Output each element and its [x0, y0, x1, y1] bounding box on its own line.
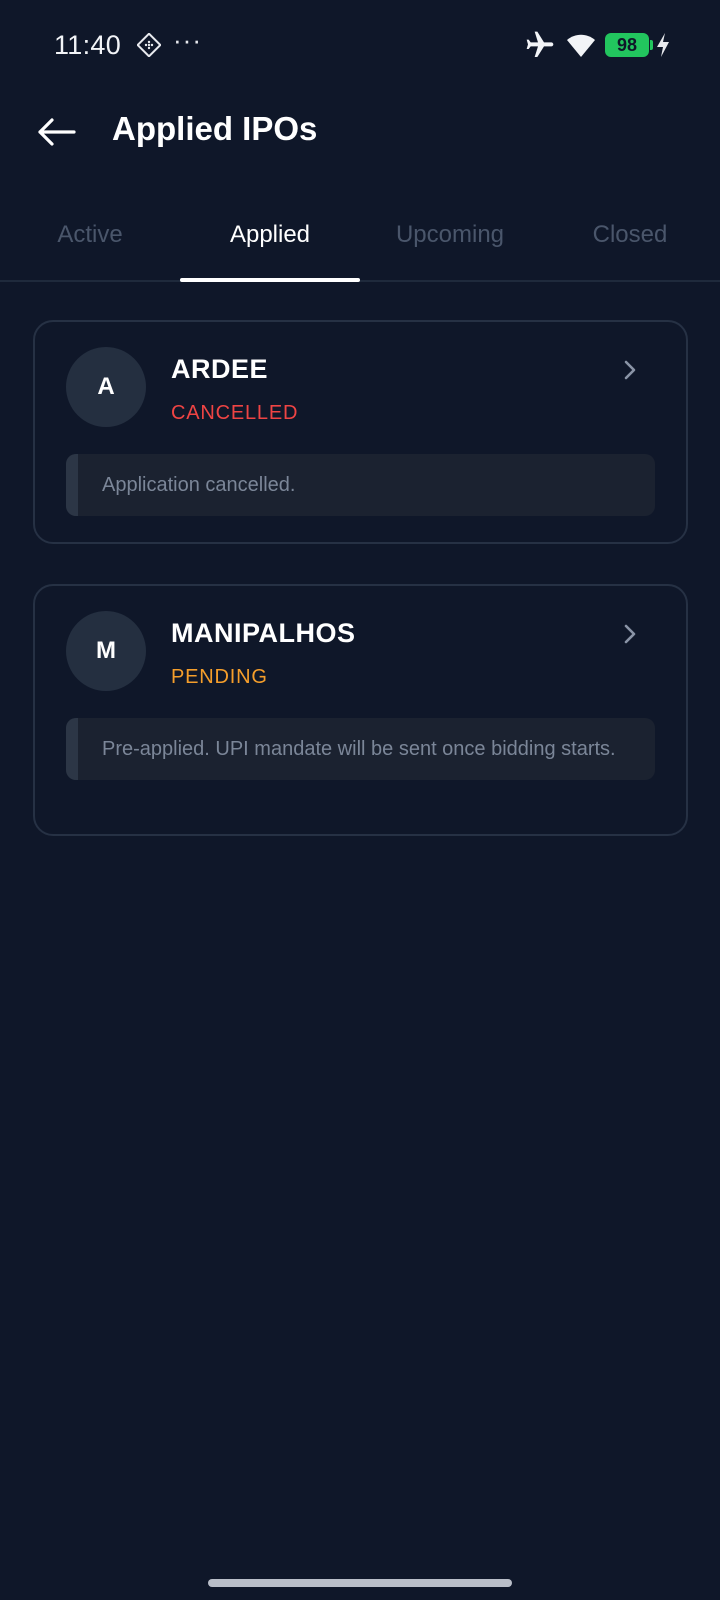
ipo-name: ARDEE: [171, 354, 269, 384]
tab-upcoming[interactable]: Upcoming: [360, 190, 540, 280]
status-badge: CANCELLED: [171, 402, 299, 424]
home-indicator[interactable]: [208, 1579, 512, 1587]
battery-indicator: 98: [605, 33, 653, 57]
status-note: Pre-applied. UPI mandate will be sent on…: [66, 718, 655, 780]
back-button[interactable]: [30, 106, 82, 158]
airplane-mode-icon: [524, 29, 556, 61]
arrow-left-icon: [38, 118, 76, 146]
wifi-icon: [565, 31, 597, 59]
more-notifications-icon: ···: [173, 25, 202, 55]
tab-applied[interactable]: Applied: [180, 190, 360, 280]
tab-closed[interactable]: Closed: [540, 190, 720, 280]
app-header: Applied IPOs: [0, 92, 720, 172]
ipo-name: MANIPALHOS: [171, 618, 356, 648]
avatar: A: [66, 347, 146, 427]
status-bar: 11:40 ··· 98: [0, 0, 720, 92]
app-notification-icon: [136, 32, 162, 58]
chevron-right-icon: [624, 360, 636, 380]
ipo-card-ardee: A ARDEE CANCELLED Application cancelled.: [33, 320, 688, 544]
tab-active[interactable]: Active: [0, 190, 180, 280]
page-title: Applied IPOs: [112, 110, 318, 147]
ipo-card-header[interactable]: A ARDEE CANCELLED: [35, 322, 686, 454]
status-time: 11:40: [54, 30, 122, 60]
status-badge: PENDING: [171, 666, 268, 688]
chevron-right-icon: [624, 624, 636, 644]
status-note: Application cancelled.: [66, 454, 655, 516]
ipo-card-manipalhos: M MANIPALHOS PENDING Pre-applied. UPI ma…: [33, 584, 688, 836]
active-tab-indicator: [180, 278, 360, 282]
battery-level: 98: [616, 35, 638, 55]
ipo-card-header[interactable]: M MANIPALHOS PENDING: [35, 586, 686, 718]
screen: 11:40 ··· 98 Applied IPOs Active Applied…: [0, 0, 720, 1600]
avatar: M: [66, 611, 146, 691]
charging-icon: [655, 32, 671, 58]
ipo-tabs: Active Applied Upcoming Closed: [0, 190, 720, 282]
